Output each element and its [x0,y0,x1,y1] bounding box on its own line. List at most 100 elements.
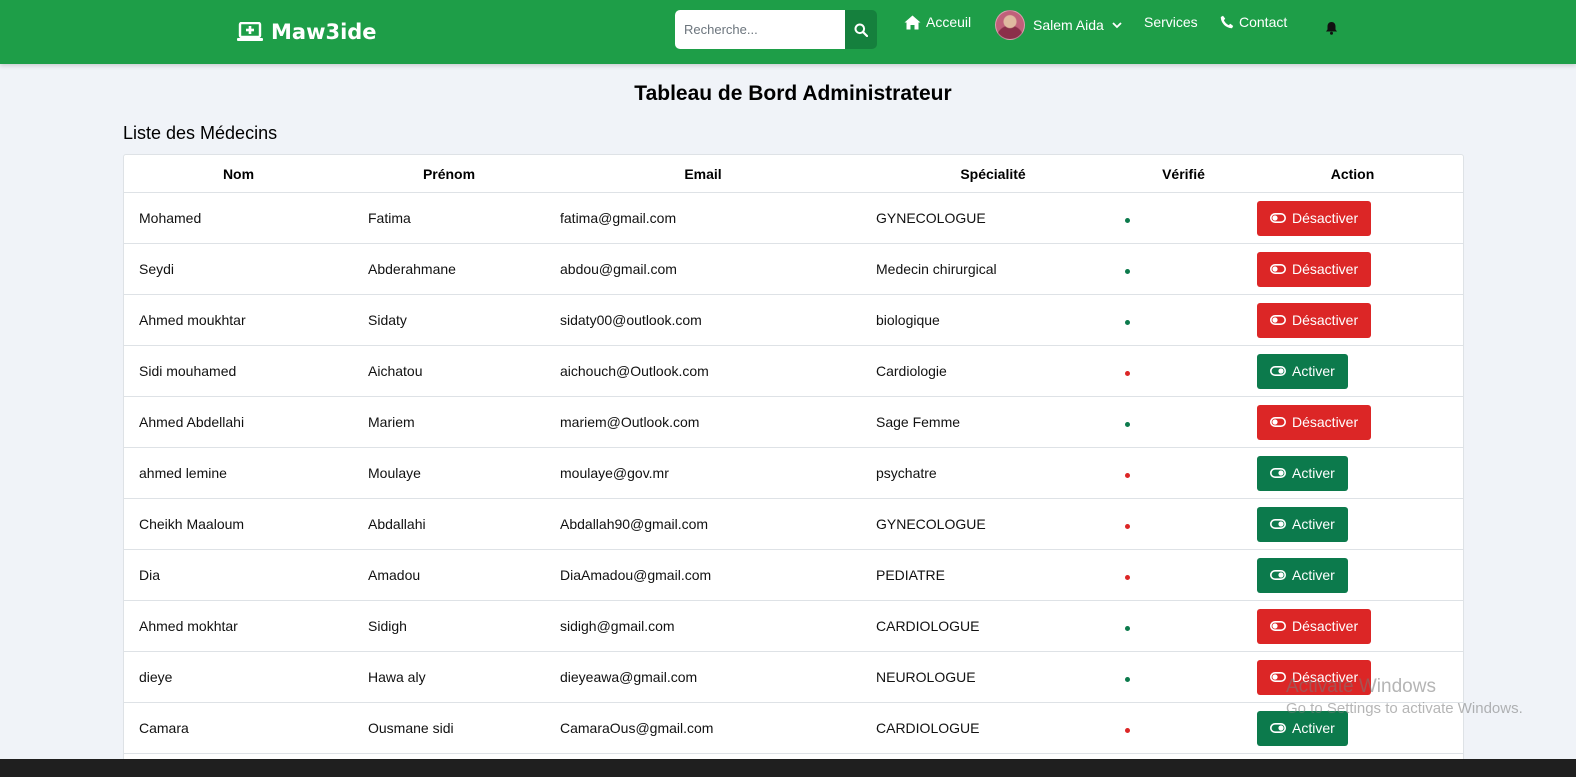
cell-verifie [1125,243,1242,295]
header-specialite: Spécialité [861,155,1125,193]
search-input[interactable] [675,10,845,49]
cell-email: moulaye@gov.mr [545,447,861,499]
cell-email: CamaraOus@gmail.com [545,702,861,754]
table-row: Seydi Abderahmane abdou@gmail.com Medecin c… [124,243,1463,295]
cell-email: Abdallah90@gmail.com [545,498,861,550]
laptop-medical-icon [237,22,263,41]
user-menu[interactable]: Salem Aida [995,10,1122,40]
cell-nom: Ahmed mokhtar [124,600,353,652]
deactivate-button[interactable]: Désactiver [1257,200,1372,236]
cell-email: mariem@Outlook.com [545,396,861,448]
activate-button[interactable]: Activer [1257,506,1348,542]
cell-email: DiaAmadou@gmail.com [545,549,861,601]
table-row: dieye Hawa aly dieyeawa@gmail.com NEUROLOGU… [124,651,1463,703]
action-label: Désactiver [1292,261,1359,277]
action-label: Activer [1292,567,1335,583]
cell-specialite: CARDIOLOGUE [861,702,1125,754]
activate-button[interactable]: Activer [1257,455,1348,491]
cell-verifie [1125,447,1242,499]
verified-status-dot [1125,422,1130,427]
cell-nom: Sidi mouhamed [124,345,353,397]
taskbar [0,759,1576,777]
action-label: Activer [1292,516,1335,532]
deactivate-button[interactable]: Désactiver [1257,302,1372,338]
cell-action: Activer [1242,498,1463,550]
verified-status-dot [1125,473,1130,478]
cell-verifie [1125,192,1242,244]
cell-prenom: Mariem [353,396,545,448]
nav-home-link[interactable]: Acceuil [904,12,971,32]
verified-status-dot [1125,677,1130,682]
activate-windows-title: Activate Windows [1286,676,1436,697]
deactivate-button[interactable]: Désactiver [1257,404,1372,440]
cell-action: Désactiver [1242,396,1463,448]
header-email: Email [545,155,861,193]
cell-action: Activer [1242,345,1463,397]
nav-home-label: Acceuil [926,14,972,30]
verified-status-dot [1125,728,1130,733]
deactivate-button[interactable]: Désactiver [1257,251,1372,287]
search-form [675,10,877,49]
nav-contact-label: Contact [1239,14,1288,30]
search-icon [854,23,868,37]
verified-status-dot [1125,320,1130,325]
cell-email: sidaty00@outlook.com [545,294,861,346]
notifications-button[interactable] [1325,21,1338,40]
toggle-icon [1270,366,1286,376]
toggle-icon [1270,417,1286,427]
table-row: Sidi mouhamed Aichatou aichouch@Outlook.co… [124,345,1463,397]
deactivate-button[interactable]: Désactiver [1257,608,1372,644]
cell-prenom: Sidigh [353,600,545,652]
cell-verifie [1125,702,1242,754]
activate-button[interactable]: Activer [1257,353,1348,389]
table-header-row: Nom Prénom Email Spécialité Vérifié Acti… [124,155,1463,193]
table-row: Ahmed moukhtar Sidaty sidaty00@outlook.com… [124,294,1463,346]
cell-email: sidigh@gmail.com [545,600,861,652]
action-label: Désactiver [1292,210,1359,226]
chevron-down-icon [1112,21,1122,28]
toggle-icon [1270,621,1286,631]
cell-specialite: Sage Femme [861,396,1125,448]
cell-email: fatima@gmail.com [545,192,861,244]
nav-contact-link[interactable]: Contact [1220,12,1287,32]
user-name: Salem Aida [1033,17,1104,33]
cell-prenom: Ousmane sidi [353,702,545,754]
cell-prenom: Aichatou [353,345,545,397]
nav-services-link[interactable]: Services [1144,12,1198,32]
cell-prenom: Moulaye [353,447,545,499]
cell-email: abdou@gmail.com [545,243,861,295]
cell-action: Activer [1242,549,1463,601]
cell-specialite: CARDIOLOGUE [861,600,1125,652]
cell-email: dieyeawa@gmail.com [545,651,861,703]
cell-action: Désactiver [1242,243,1463,295]
phone-icon [1220,15,1234,29]
home-icon [904,15,921,29]
cell-verifie [1125,396,1242,448]
cell-prenom: Abdallahi [353,498,545,550]
verified-status-dot [1125,269,1130,274]
cell-verifie [1125,600,1242,652]
brand-logo[interactable]: Maw3ide [237,17,377,47]
verified-status-dot [1125,218,1130,223]
cell-prenom: Abderahmane [353,243,545,295]
toggle-icon [1270,672,1286,682]
search-button[interactable] [845,10,877,49]
action-label: Activer [1292,465,1335,481]
cell-nom: Ahmed moukhtar [124,294,353,346]
action-label: Désactiver [1292,414,1359,430]
activate-button[interactable]: Activer [1257,557,1348,593]
cell-email: aichouch@Outlook.com [545,345,861,397]
toggle-icon [1270,570,1286,580]
cell-action: Désactiver [1242,600,1463,652]
toggle-icon [1270,519,1286,529]
table-row: ahmed lemine Moulaye moulaye@gov.mr psychat… [124,447,1463,499]
page-title: Tableau de Bord Administrateur [634,82,952,105]
cell-nom: ahmed lemine [124,447,353,499]
cell-action: Désactiver [1242,192,1463,244]
cell-specialite: biologique [861,294,1125,346]
navbar: Maw3ide Acceuil Salem Aida Services Cont… [0,0,1576,64]
cell-nom: Seydi [124,243,353,295]
cell-verifie [1125,345,1242,397]
verified-status-dot [1125,626,1130,631]
cell-prenom: Amadou [353,549,545,601]
